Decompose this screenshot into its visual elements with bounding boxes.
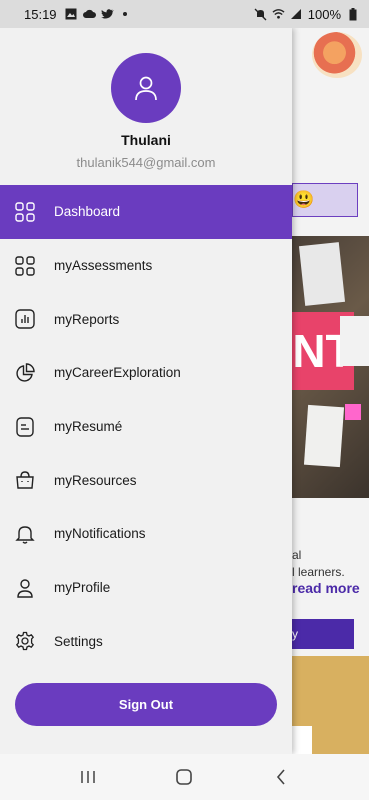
status-time: 15:19: [24, 6, 57, 22]
chevron-left-icon: [276, 769, 285, 785]
drawer-header: Thulani thulanik544@gmail.com: [0, 28, 292, 186]
user-avatar-icon: [135, 76, 157, 101]
app-logo: [312, 32, 362, 78]
sign-out-button[interactable]: Sign Out: [15, 683, 277, 726]
user-icon: [15, 578, 35, 598]
system-nav-bar: [0, 754, 369, 800]
bar-chart-icon: [15, 309, 35, 329]
dot-icon: [119, 8, 132, 21]
background-button[interactable]: y: [288, 619, 354, 649]
menu-item-notifications[interactable]: myNotifications: [0, 507, 292, 561]
user-name: Thulani: [121, 132, 171, 148]
background-text: l learners.: [292, 565, 345, 579]
mute-icon: [254, 8, 267, 21]
menu-item-label: myReports: [54, 311, 120, 327]
photo-paper: [340, 316, 369, 366]
menu-item-label: Settings: [54, 633, 103, 649]
read-more-link[interactable]: read more: [292, 580, 360, 596]
avatar[interactable]: [111, 53, 181, 123]
signal-icon: [290, 8, 303, 21]
photo-paper: [298, 242, 346, 306]
grid-icon: [15, 255, 35, 276]
menu-item-profile[interactable]: myProfile: [0, 561, 292, 615]
drawer-menu: Dashboard myAssessments myReports myCare…: [0, 185, 292, 668]
photo-sticky-note: [345, 404, 361, 420]
twitter-icon: [100, 8, 114, 21]
cloud-icon: [82, 8, 96, 21]
menu-item-dashboard[interactable]: Dashboard: [0, 185, 292, 239]
document-icon: [15, 416, 35, 437]
menu-item-label: myResumé: [54, 419, 123, 435]
menu-item-label: myProfile: [54, 580, 111, 596]
user-email: thulanik544@gmail.com: [76, 155, 216, 170]
smile-emoji-icon: 😃: [293, 190, 315, 209]
menu-item-career-exploration[interactable]: myCareerExploration: [0, 346, 292, 400]
menu-item-label: myNotifications: [54, 526, 146, 542]
shopping-bag-icon: [15, 470, 35, 490]
menu-item-label: myAssessments: [54, 258, 153, 274]
home-button[interactable]: [169, 762, 199, 792]
menu-item-reports[interactable]: myReports: [0, 292, 292, 346]
home-icon: [176, 769, 193, 785]
navigation-drawer: Thulani thulanik544@gmail.com Dashboard …: [0, 28, 292, 754]
pie-chart-icon: [15, 363, 35, 383]
bell-icon: [15, 524, 35, 544]
menu-item-settings[interactable]: Settings: [0, 615, 292, 669]
wifi-icon: [272, 8, 285, 21]
gear-icon: [15, 631, 35, 651]
photo-paper: [303, 404, 345, 468]
battery-percent: 100%: [307, 6, 341, 22]
recent-apps-button[interactable]: [73, 762, 103, 792]
background-photo: NT: [292, 236, 369, 498]
back-button[interactable]: [266, 762, 296, 792]
status-bar: 15:19 100%: [0, 0, 369, 28]
menu-item-label: myResources: [54, 472, 137, 488]
recent-apps-icon: [81, 771, 95, 783]
battery-icon: [346, 7, 359, 21]
photo-icon: [65, 8, 78, 21]
menu-item-assessments[interactable]: myAssessments: [0, 239, 292, 293]
background-text: al: [292, 548, 302, 562]
background-card: [292, 656, 369, 754]
menu-item-resume[interactable]: myResumé: [0, 400, 292, 454]
menu-item-label: Dashboard: [54, 204, 121, 220]
grid-icon: [15, 202, 35, 222]
menu-item-resources[interactable]: myResources: [0, 453, 292, 507]
menu-item-label: myCareerExploration: [54, 365, 181, 381]
